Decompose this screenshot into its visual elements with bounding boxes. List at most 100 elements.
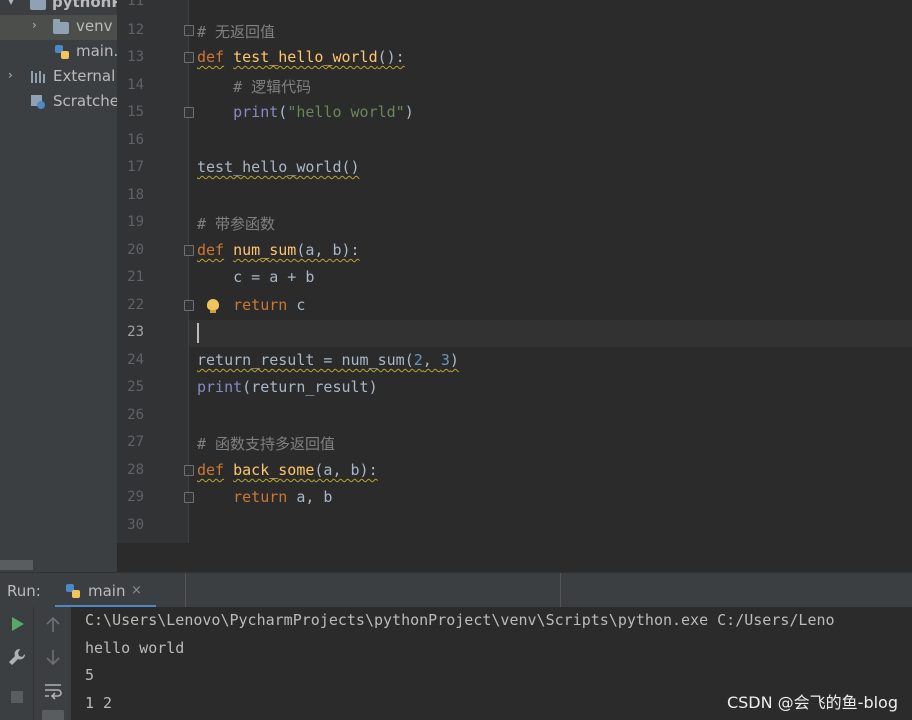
code-line-14: # 逻辑代码 [197,76,311,97]
tree-item-label: External [53,67,116,85]
tree-item-label: Scratche [53,92,117,110]
keyword: return [233,296,288,314]
line-number: 22 [127,297,144,313]
code-line-28: def back_some(a, b): [197,461,378,479]
line-number: 14 [127,77,144,93]
line-number: 13 [127,49,144,65]
fold-marker-icon[interactable] [184,465,194,476]
chevron-right-icon[interactable]: › [8,68,13,82]
folder-icon [53,19,69,34]
current-line-highlight [189,320,912,347]
line-number: 15 [127,104,144,120]
statement: c = a + b [233,268,315,286]
code-line-17: test_hello_world() [197,158,360,176]
line-number: 25 [127,379,144,395]
line-number: 24 [127,352,144,368]
close-icon[interactable]: × [131,583,142,598]
libraries-icon [31,71,45,83]
paren: ( [242,378,252,396]
fold-marker-icon[interactable] [184,245,194,256]
comma: , [422,351,441,369]
code-editor[interactable]: 11 12 13 14 15 16 17 18 19 20 21 22 23 2… [117,0,912,543]
scratches-icon [31,95,45,109]
gutter-separator [188,0,189,543]
lightbulb-icon[interactable] [207,299,219,313]
header-divider [560,573,561,608]
string: "hello world" [287,103,405,121]
wrench-icon[interactable] [6,646,28,668]
code-line-25: print(return_result) [197,378,378,396]
fold-marker-icon[interactable] [184,52,194,63]
call: test_hello_world() [197,158,360,176]
fold-marker-icon[interactable] [184,107,194,118]
fold-marker-icon[interactable] [184,300,194,311]
line-number: 26 [127,407,144,423]
tree-item-label: main. [76,42,117,60]
comment: # 无返回值 [197,23,276,41]
comment: # 逻辑代码 [233,78,312,96]
fold-marker-icon[interactable] [184,25,194,36]
function-name: num_sum [233,241,297,259]
line-number: 12 [127,22,144,38]
params: (a, b): [296,241,360,259]
paren: ) [368,378,378,396]
code-line-19: # 带参函数 [197,213,275,234]
keyword: def [197,48,225,66]
comment: # 函数支持多返回值 [197,435,336,453]
params: (): [377,48,405,66]
line-number: 16 [127,132,144,148]
arrow-down-icon[interactable] [42,646,64,668]
keyword: return [233,488,288,506]
code-line-21: c = a + b [197,268,314,286]
number: 3 [440,351,450,369]
function-name: back_some [233,461,315,479]
line-number: 27 [127,434,144,450]
paren: ( [278,103,288,121]
chevron-right-icon[interactable]: › [32,18,37,32]
builtin: print [233,103,279,121]
watermark: CSDN @会飞的鱼-blog [726,693,898,712]
arrow-up-icon[interactable] [42,614,64,636]
keyword: def [197,241,225,259]
number: 2 [413,351,423,369]
line-number: 21 [127,269,144,285]
console-line: 5 [85,666,95,684]
project-sidebar: ▾ pythonP › venv main. › External Scratc… [0,0,117,572]
tree-item-label: venv [76,17,113,35]
folder-icon [30,0,46,10]
header-divider [185,573,186,608]
variables: a, b [287,488,333,506]
python-file-icon [55,45,69,59]
line-gutter: 11 12 13 14 15 16 17 18 19 20 21 22 23 2… [117,0,188,543]
console-line: hello world [85,639,185,657]
tree-item-venv[interactable]: › venv [0,15,117,40]
paren: ) [449,351,459,369]
code-line-13: def test_hello_world(): [197,48,405,66]
sidebar-scrollbar[interactable] [0,560,33,570]
code-line-29: return a, b [197,488,332,506]
console-toolbar [33,607,72,720]
tab-label: main [88,582,126,600]
line-number: 11 [127,0,144,9]
stop-icon[interactable] [6,686,28,708]
tree-item-project[interactable]: ▾ pythonP [0,0,117,16]
builtin: print [197,378,243,396]
run-panel-header: Run: main × [0,572,912,608]
tree-item-label: pythonP [52,0,117,11]
line-number: 18 [127,187,144,203]
run-icon[interactable] [6,613,28,635]
tree-item-external-libraries[interactable]: › External [0,65,117,90]
line-number-current: 23 [127,324,144,340]
code-line-12: # 无返回值 [197,21,275,42]
comment: # 带参函数 [197,215,276,233]
fold-marker-icon[interactable] [184,492,194,503]
scroll-to-end-icon[interactable] [42,710,64,720]
tree-item-main-py[interactable]: main. [0,40,117,65]
tree-item-scratches[interactable]: Scratche [0,90,117,115]
code-line-15: print("hello world") [197,103,414,121]
line-number: 19 [127,214,144,230]
soft-wrap-icon[interactable] [42,680,64,702]
tab-main[interactable]: main × [55,573,156,608]
chevron-down-icon[interactable]: ▾ [8,0,14,8]
function-name: test_hello_world [233,48,378,66]
